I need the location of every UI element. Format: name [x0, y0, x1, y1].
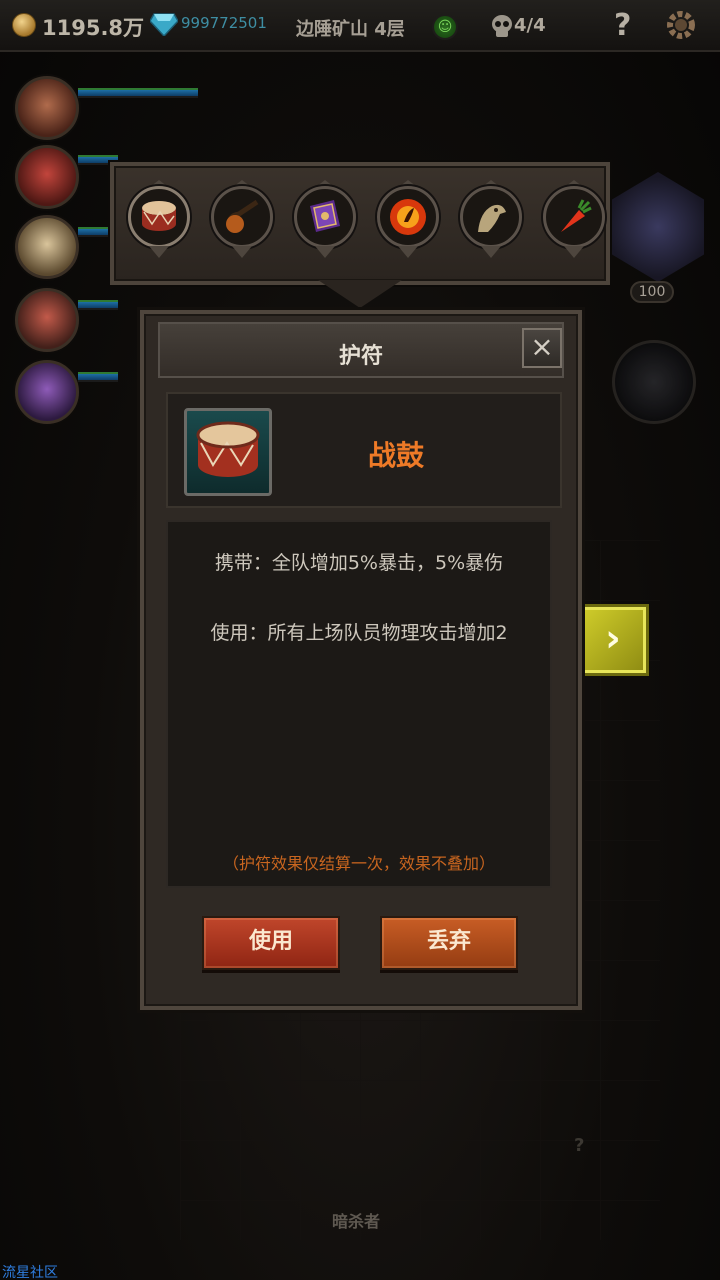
zone-name: 边陲矿山 4层 [296, 19, 405, 40]
item-name: 战鼓 [368, 439, 425, 472]
close-button[interactable]: × [522, 328, 562, 368]
amulet-selection-bar [110, 162, 610, 285]
top-bar: 1195.8万 999772501 边陲矿山 4层 ☺ 4/4 ? [0, 0, 720, 52]
gold-amount: 1195.8万 [42, 16, 145, 40]
discard-button[interactable]: 丢弃 [380, 916, 518, 970]
hero-health-bar-1 [78, 88, 198, 98]
drum-icon [142, 201, 176, 231]
amulet-slot-carrot[interactable] [539, 180, 609, 260]
hero-health-bar-4 [78, 300, 118, 310]
carry-effect-text: 携带：全队增加5%暴击，5%暴伤 [214, 552, 504, 574]
description-panel: 携带：全队增加5%暴击，5%暴伤 使用：所有上场队员物理攻击增加2 （护符效果仅… [166, 520, 552, 888]
amulet-slot-pipe[interactable] [207, 180, 277, 260]
mood-smile-icon[interactable]: ☺ [432, 14, 458, 40]
griffin-icon [478, 204, 506, 232]
help-icon[interactable]: ? [614, 8, 631, 43]
watermark: 流星社区 [2, 1265, 58, 1280]
raven-skill-icon[interactable] [612, 340, 696, 424]
gold-coin-icon [12, 13, 36, 37]
hint-question-icon[interactable]: ? [574, 1135, 584, 1156]
hero-portrait-1[interactable] [15, 76, 79, 140]
hero-portrait-3[interactable] [15, 215, 79, 279]
hero-portrait-5[interactable] [15, 360, 79, 424]
hero-health-bar-5 [78, 372, 118, 382]
kill-counter: 4/4 [514, 15, 546, 36]
effect-note: （护符效果仅结算一次，效果不叠加） [222, 854, 495, 873]
fire-orb-icon [390, 199, 426, 235]
dialog-header: 护符 [158, 322, 564, 378]
amulet-slot-fire-orb[interactable] [373, 180, 443, 260]
use-button[interactable]: 使用 [202, 916, 340, 970]
gem-amount: 999772501 [181, 14, 267, 32]
pipe-icon [226, 199, 259, 233]
hero-name-label: 暗杀者 [332, 1212, 381, 1231]
diamond-icon [150, 13, 178, 36]
amulet-slot-book[interactable] [290, 180, 360, 260]
gear-icon[interactable] [664, 8, 698, 42]
carrot-icon [561, 199, 592, 232]
hero-portrait-4[interactable] [15, 288, 79, 352]
next-arrow-button[interactable]: › [577, 604, 649, 676]
use-effect-text: 使用：所有上场队员物理攻击增加2 [210, 622, 508, 644]
amulet-dialog: 护符 × 战鼓 携带：全队增加5%暴击，5%暴伤 使用：所有上场队员物理攻击增加… [140, 310, 582, 1010]
spellbook-icon [310, 200, 340, 232]
amulet-slot-griffin[interactable] [456, 180, 526, 260]
dialog-title: 护符 [338, 344, 383, 369]
emblem-level: 100 [630, 281, 674, 303]
skull-icon [492, 15, 512, 37]
item-drum-icon [184, 408, 272, 496]
hero-portrait-2[interactable] [15, 145, 79, 209]
amulet-slot-drum[interactable] [124, 180, 194, 260]
item-info-panel: 战鼓 [166, 392, 562, 508]
